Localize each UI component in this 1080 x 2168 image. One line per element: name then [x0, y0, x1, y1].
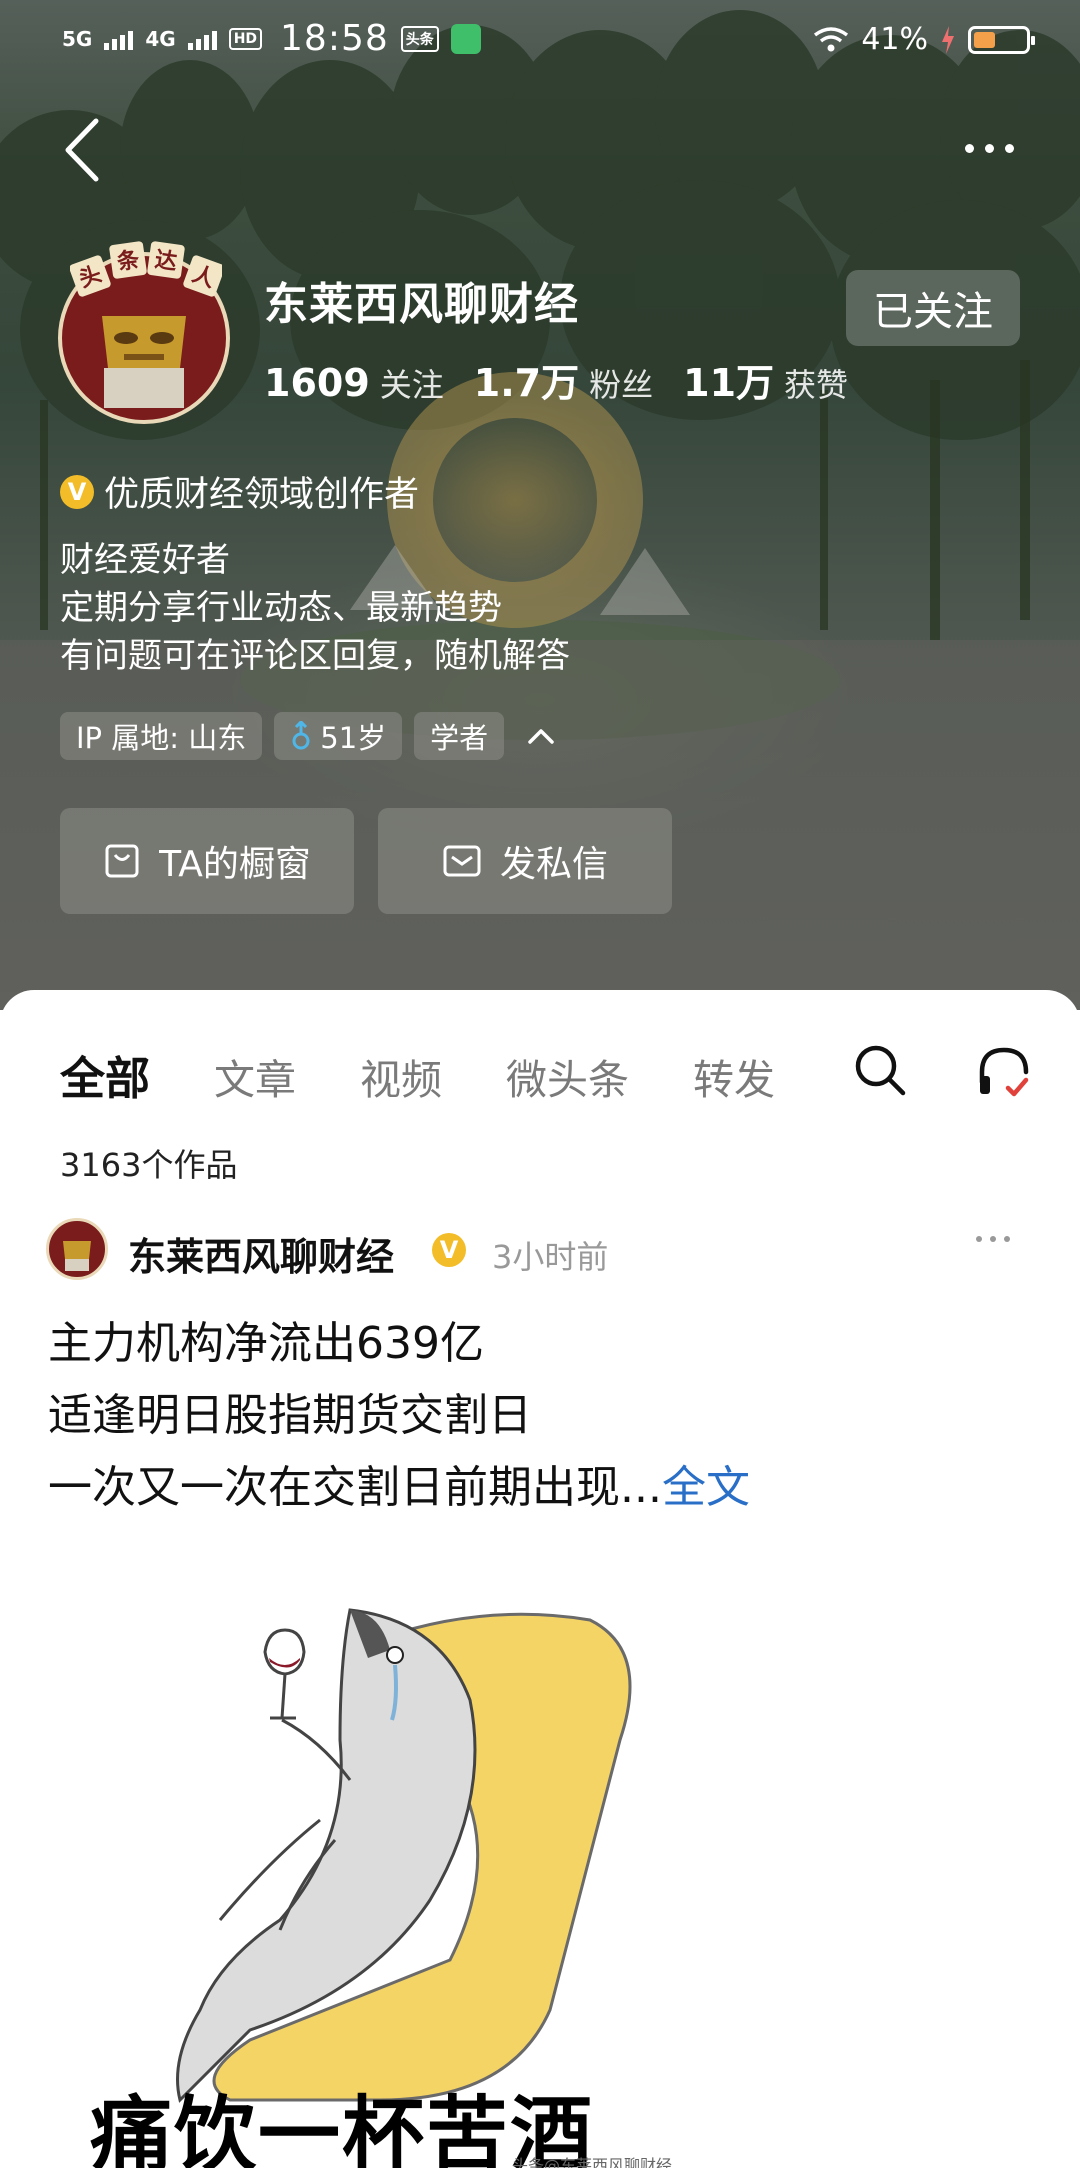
bronze-mask-avatar-image	[63, 1241, 91, 1271]
app-notification-icon	[450, 23, 481, 54]
chevron-left-icon	[65, 118, 99, 182]
post-body[interactable]: 主力机构净流出639亿 适逢明日股指期货交割日 一次又一次在交割日前期出现...…	[48, 1308, 750, 1524]
network-5g-label: 5G	[62, 26, 93, 51]
clock: 18:58	[280, 18, 389, 59]
tab-articles[interactable]: 文章	[214, 1046, 296, 1106]
signal-strength-icon	[187, 28, 217, 50]
post-timestamp: 3小时前	[492, 1238, 609, 1276]
more-horizontal-icon	[964, 143, 974, 153]
male-icon	[292, 721, 310, 750]
bio-line: 定期分享行业动态、最新趋势	[60, 588, 502, 628]
following-label[interactable]: 关注	[380, 360, 444, 406]
status-bar: 5G 4G HD 18:58 头条 41%	[0, 0, 1080, 86]
post-line: 一次又一次在交割日前期出现...全文	[48, 1462, 750, 1513]
works-count: 3163个作品	[60, 1146, 238, 1184]
post-more-button[interactable]	[976, 1236, 1010, 1242]
back-button[interactable]	[58, 115, 118, 185]
profile-stats: 1609 关注 1.7万 粉丝 11万 获赞	[264, 352, 878, 407]
search-button[interactable]	[852, 1042, 908, 1098]
age-tag: 51岁	[274, 712, 403, 760]
mail-icon	[443, 845, 481, 877]
svg-text:达: 达	[153, 248, 178, 276]
chevron-up-icon	[528, 729, 554, 744]
collapse-tags-button[interactable]	[516, 712, 566, 760]
svg-text:条: 条	[114, 246, 141, 275]
post-line: 主力机构净流出639亿	[48, 1318, 484, 1369]
more-options-button[interactable]	[954, 128, 1024, 168]
profile-avatar[interactable]: 头 条 达 人	[58, 240, 232, 424]
headphones-icon	[979, 1047, 1029, 1097]
profile-name: 东莱西风聊财经	[264, 279, 579, 330]
wifi-icon	[814, 26, 849, 51]
verified-icon: V	[60, 474, 94, 509]
verification-row[interactable]: V 优质财经领域创作者	[60, 466, 419, 517]
verified-icon: V	[432, 1233, 466, 1267]
following-count[interactable]: 1609	[264, 361, 370, 405]
post-image[interactable]: 痛饮一杯苦酒 头条@东莱西风聊财经	[50, 1540, 702, 2168]
toutiao-expert-badge: 头 条 达 人	[70, 241, 222, 297]
network-4g-label: 4G	[145, 26, 176, 51]
send-message-button[interactable]: 发私信	[378, 808, 672, 914]
tab-reposts[interactable]: 转发	[693, 1046, 775, 1106]
battery-icon	[968, 25, 1035, 54]
tab-micro-posts[interactable]: 微头条	[506, 1046, 629, 1106]
shop-window-button[interactable]: TA的橱窗	[60, 808, 354, 914]
listen-button[interactable]	[974, 1042, 1034, 1102]
charging-icon	[942, 25, 954, 54]
age-text: 51岁	[320, 721, 387, 755]
following-button[interactable]: 已关注	[846, 270, 1020, 346]
shop-window-label: TA的橱窗	[159, 844, 311, 885]
battery-percent: 41%	[861, 22, 928, 57]
occupation-tag: 学者	[414, 712, 505, 760]
content-tabs: 全部 文章 视频 微头条 转发	[60, 1042, 839, 1107]
toutiao-notification-icon: 头条	[400, 25, 439, 52]
shopping-bag-icon	[105, 844, 139, 878]
profile-bio: 财经爱好者 定期分享行业动态、最新趋势 有问题可在评论区回复，随机解答	[60, 536, 570, 680]
ip-location-tag: IP 属地: 山东	[60, 712, 263, 760]
verification-text: 优质财经领域创作者	[104, 475, 420, 515]
search-icon	[855, 1045, 906, 1096]
profile-tags: IP 属地: 山东 51岁 学者	[60, 712, 566, 760]
full-text-link[interactable]: 全文	[662, 1462, 750, 1513]
post-line: 适逢明日股指期货交割日	[48, 1390, 532, 1441]
bio-line: 有问题可在评论区回复，随机解答	[60, 636, 570, 676]
tab-all[interactable]: 全部	[60, 1042, 150, 1107]
more-horizontal-icon	[976, 1236, 982, 1242]
send-message-label: 发私信	[499, 844, 608, 885]
followers-count[interactable]: 1.7万	[474, 352, 579, 407]
hd-voice-icon: HD	[228, 27, 263, 50]
post-author-avatar[interactable]	[46, 1218, 108, 1280]
post-author-name[interactable]: 东莱西风聊财经	[128, 1226, 394, 1281]
signal-strength-icon	[104, 28, 134, 50]
followers-label[interactable]: 粉丝	[589, 360, 653, 406]
tab-videos[interactable]: 视频	[360, 1046, 442, 1106]
image-watermark: 头条@东莱西风聊财经	[512, 2156, 673, 2168]
bio-line: 财经爱好者	[60, 540, 230, 580]
likes-label: 获赞	[784, 366, 849, 404]
likes-count: 11万	[683, 361, 775, 405]
